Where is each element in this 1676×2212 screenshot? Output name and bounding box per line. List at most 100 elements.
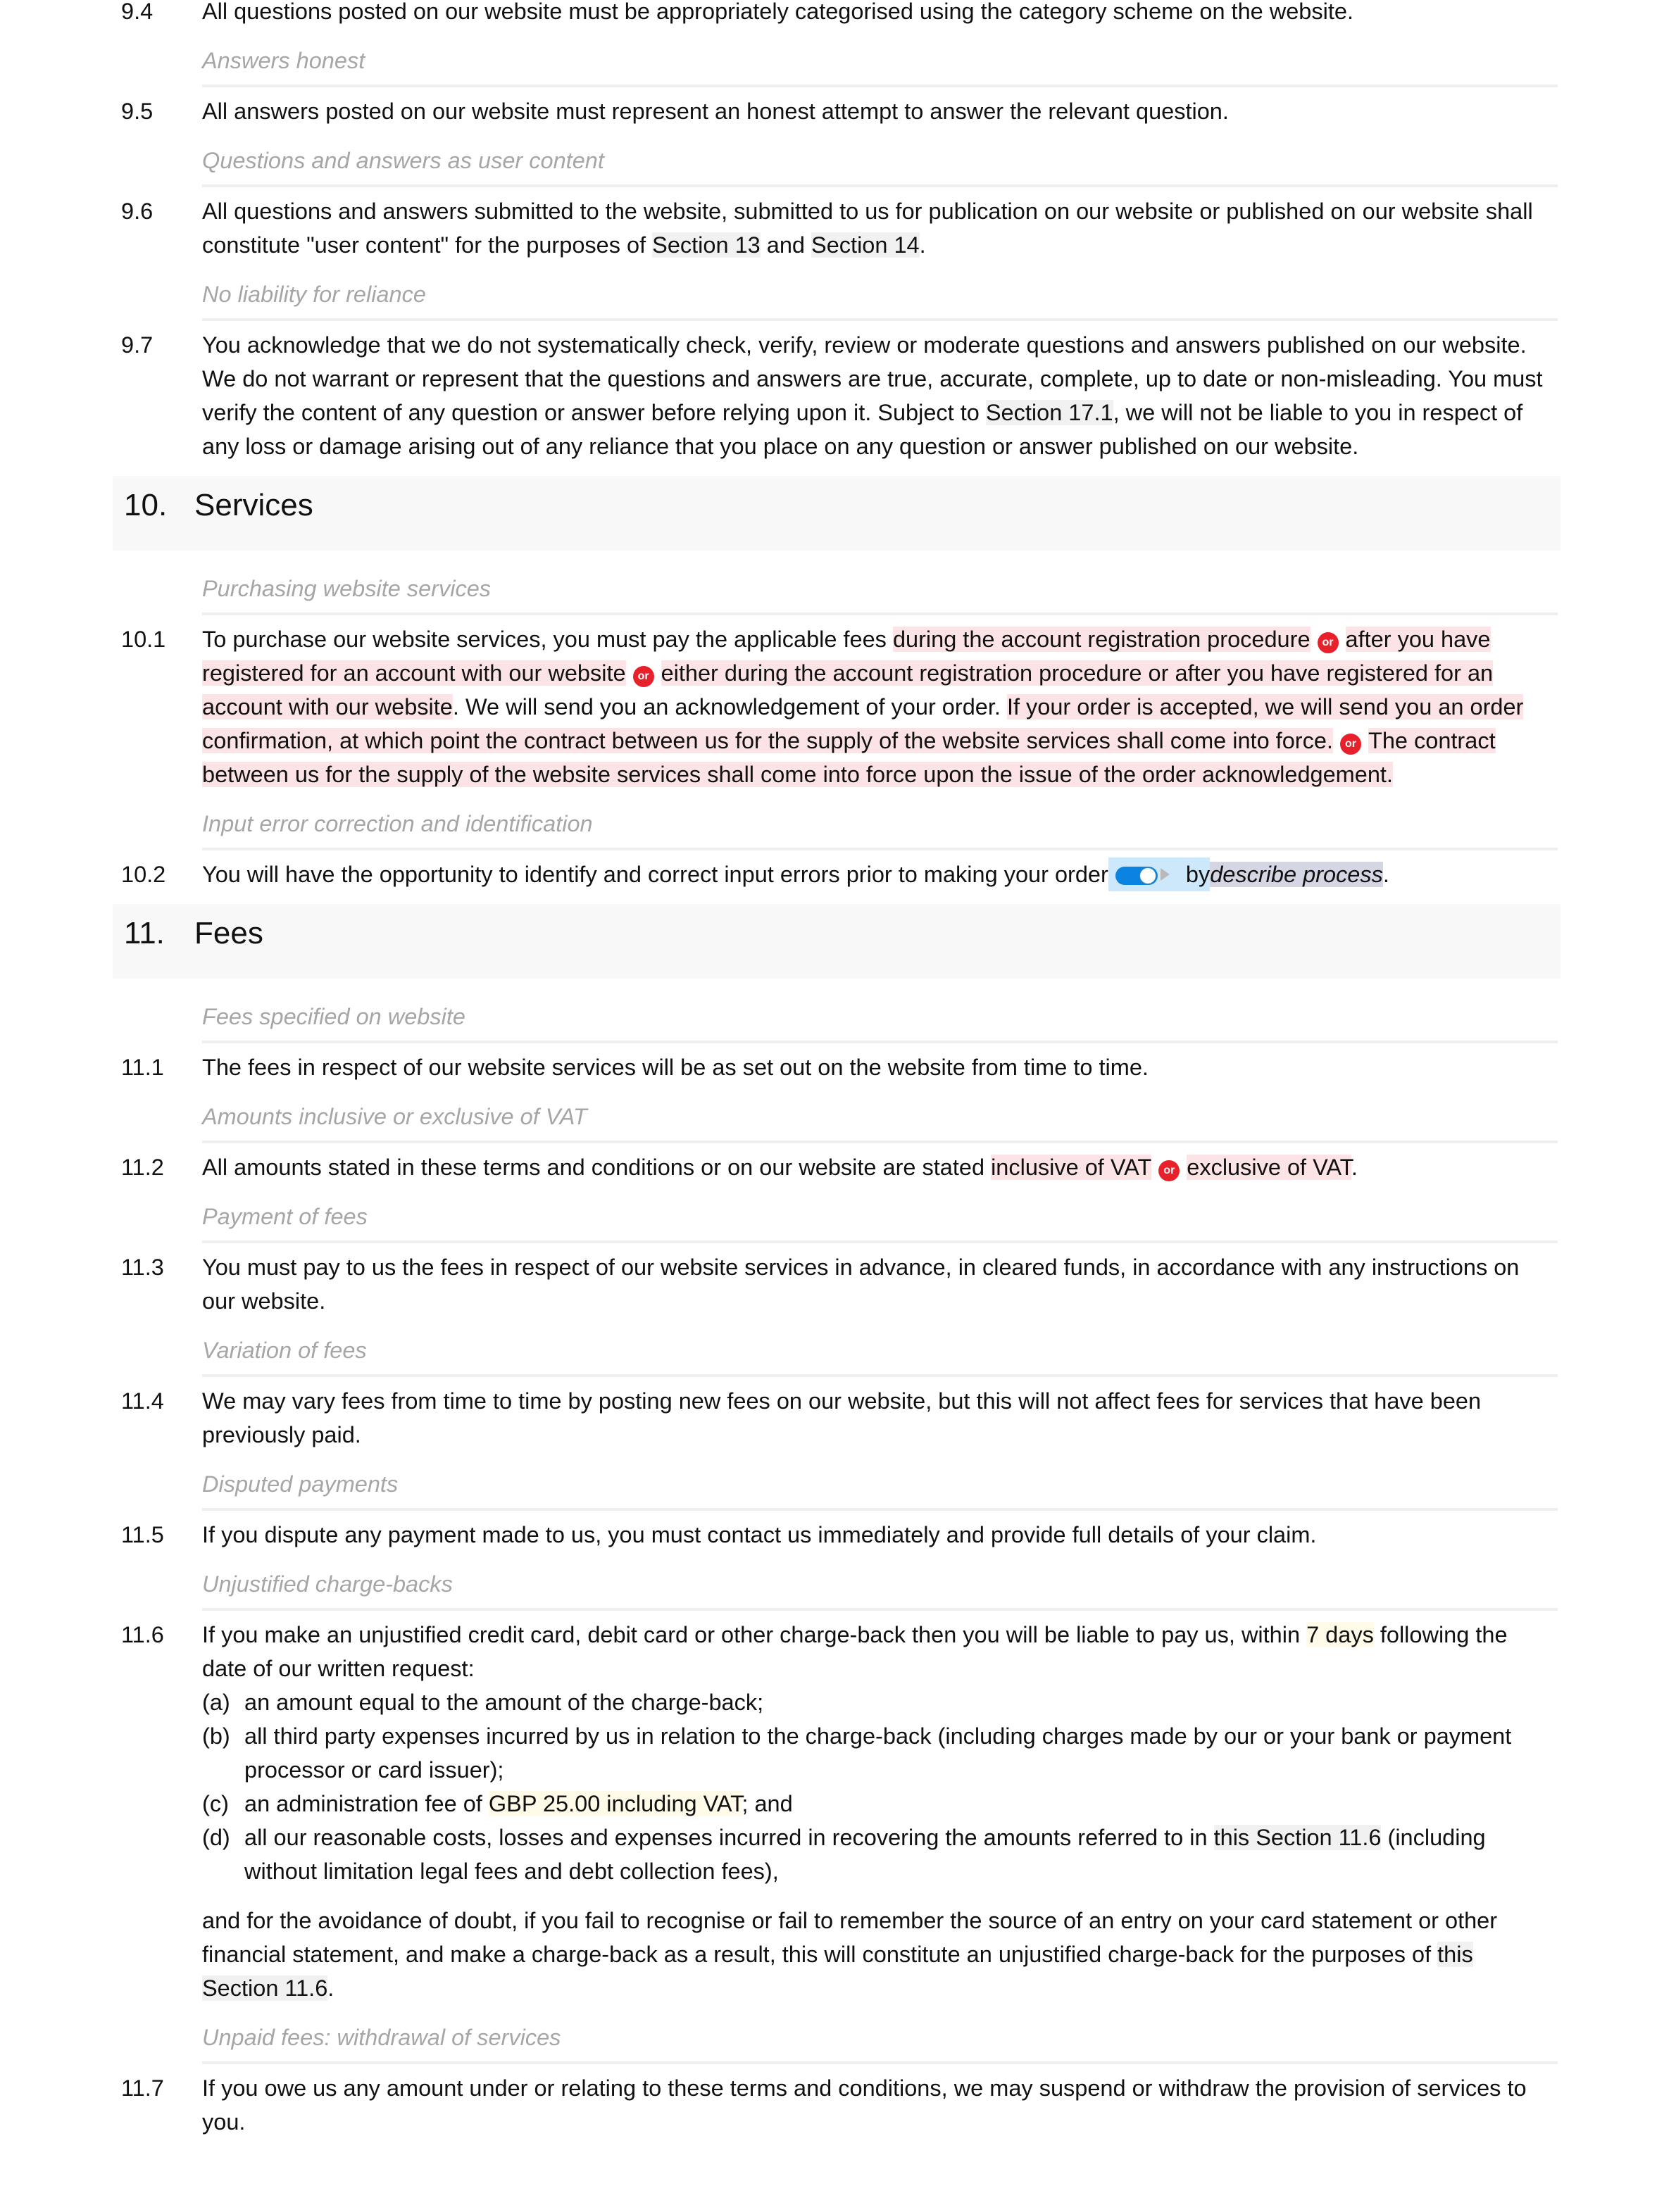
- clause-11-2: 11.2 All amounts stated in these terms a…: [113, 1150, 1561, 1184]
- clause-number: 9.6: [121, 199, 154, 224]
- text: all our reasonable costs, losses and exp…: [244, 1825, 1214, 1850]
- clause-number: 11.4: [121, 1388, 164, 1414]
- subheading: Questions and answers as user content: [202, 128, 1558, 187]
- clause-number: 11.5: [121, 1522, 164, 1547]
- clause-text: If you owe us any amount under or relati…: [202, 2075, 1527, 2135]
- toggle-switch[interactable]: [1115, 867, 1158, 885]
- clause-11-4: 11.4 We may vary fees from time to time …: [113, 1384, 1561, 1452]
- section-number: 11.: [124, 916, 165, 950]
- clause-9-7: 9.7 You acknowledge that we do not syste…: [113, 328, 1561, 463]
- clause-number: 11.2: [121, 1155, 164, 1180]
- text: and: [760, 232, 812, 258]
- sub-clause-text: all our reasonable costs, losses and exp…: [244, 1821, 1555, 1888]
- sub-clause-list: (a) an amount equal to the amount of the…: [202, 1685, 1555, 1888]
- clause-text: If you make an unjustified credit card, …: [202, 1618, 1561, 2005]
- clause-11-6: 11.6 If you make an unjustified credit c…: [113, 1618, 1561, 2005]
- or-icon[interactable]: or: [632, 666, 654, 687]
- clause-text: All answers posted on our website must r…: [202, 99, 1229, 124]
- text: an administration fee of: [244, 1791, 489, 1816]
- variable-field[interactable]: 7 days: [1306, 1622, 1374, 1647]
- section-title: Services: [194, 488, 313, 522]
- clause-text: All questions posted on our website must…: [202, 0, 1353, 24]
- subheading: Payment of fees: [202, 1184, 1558, 1243]
- sub-clause-b: (b) all third party expenses incurred by…: [202, 1719, 1555, 1787]
- text: All amounts stated in these terms and co…: [202, 1155, 992, 1180]
- or-icon[interactable]: or: [1339, 734, 1361, 755]
- subheading: Unjustified charge-backs: [202, 1552, 1558, 1611]
- clause-number: 11.6: [121, 1622, 164, 1647]
- clause-number: 10.1: [121, 627, 166, 652]
- clause-intro: If you make an unjustified credit card, …: [202, 1618, 1555, 1685]
- clause-number: 10.2: [121, 862, 166, 887]
- sub-clause-c: (c) an administration fee of GBP 25.00 i…: [202, 1787, 1555, 1821]
- clause-11-5: 11.5 If you dispute any payment made to …: [113, 1518, 1561, 1552]
- sub-clause-text: all third party expenses incurred by us …: [244, 1723, 1512, 1783]
- text: . We will send you an acknowledgement of…: [452, 694, 1007, 719]
- or-icon[interactable]: or: [1317, 632, 1339, 653]
- text: To purchase our website services, you mu…: [202, 627, 893, 652]
- sub-clause-text: an administration fee of GBP 25.00 inclu…: [244, 1787, 1555, 1821]
- clause-number: 9.4: [121, 0, 154, 24]
- clause-tail: and for the avoidance of doubt, if you f…: [202, 1904, 1555, 2005]
- text: .: [919, 232, 926, 258]
- sub-clause-label: (c): [202, 1791, 229, 1816]
- clause-9-6: 9.6 All questions and answers submitted …: [113, 194, 1561, 262]
- sub-clause-a: (a) an amount equal to the amount of the…: [202, 1685, 1555, 1719]
- clause-text: If you dispute any payment made to us, y…: [202, 1522, 1317, 1547]
- text: ; and: [742, 1791, 793, 1816]
- clause-number: 11.1: [121, 1055, 164, 1080]
- sub-clause-d: (d) all our reasonable costs, losses and…: [202, 1821, 1555, 1888]
- subheading: Amounts inclusive or exclusive of VAT: [202, 1084, 1558, 1143]
- clause-text: You must pay to us the fees in respect o…: [202, 1255, 1520, 1314]
- or-icon[interactable]: or: [1158, 1160, 1180, 1181]
- section-heading-services: 10. Services: [113, 476, 1561, 551]
- clause-10-1: 10.1 To purchase our website services, y…: [113, 622, 1561, 791]
- subheading: Unpaid fees: withdrawal of services: [202, 2005, 1558, 2064]
- expand-arrow-icon[interactable]: [1160, 868, 1170, 881]
- clause-10-2: 10.2 You will have the opportunity to id…: [113, 857, 1561, 891]
- cross-reference-link[interactable]: Section 14: [811, 232, 920, 258]
- text: If you make an unjustified credit card, …: [202, 1622, 1307, 1647]
- clause-number: 9.5: [121, 99, 154, 124]
- toggle-knob: [1139, 868, 1156, 884]
- subheading: No liability for reliance: [202, 262, 1558, 321]
- clause-11-3: 11.3 You must pay to us the fees in resp…: [113, 1250, 1561, 1318]
- option-text[interactable]: during the account registration procedur…: [892, 627, 1311, 652]
- sub-clause-label: (a): [202, 1690, 230, 1715]
- cross-reference-link[interactable]: this Section 11.6: [1213, 1825, 1382, 1850]
- variable-field[interactable]: GBP 25.00 including VAT: [488, 1791, 742, 1816]
- sub-clause-text: an amount equal to the amount of the cha…: [244, 1690, 764, 1715]
- section-heading-fees: 11. Fees: [113, 904, 1561, 979]
- subheading: Purchasing website services: [202, 556, 1558, 615]
- clause-text: You will have the opportunity to identif…: [202, 857, 1561, 891]
- section-number: 10.: [124, 488, 168, 522]
- option-text[interactable]: inclusive of VAT: [991, 1155, 1152, 1180]
- clause-number: 9.7: [121, 332, 154, 358]
- clause-number: 11.3: [121, 1255, 164, 1280]
- clause-11-1: 11.1 The fees in respect of our website …: [113, 1050, 1561, 1084]
- clause-11-7: 11.7 If you owe us any amount under or r…: [113, 2071, 1561, 2139]
- text: .: [1382, 862, 1389, 887]
- subheading: Fees specified on website: [202, 984, 1558, 1043]
- subheading: Variation of fees: [202, 1318, 1558, 1377]
- editable-placeholder-field[interactable]: describe process: [1210, 862, 1383, 887]
- clause-number: 11.7: [121, 2075, 164, 2101]
- sub-clause-label: (d): [202, 1825, 230, 1850]
- text: by: [1179, 862, 1211, 887]
- clause-text: To purchase our website services, you mu…: [202, 622, 1561, 791]
- text: .: [1351, 1155, 1358, 1180]
- sub-clause-label: (b): [202, 1723, 230, 1749]
- cross-reference-link[interactable]: Section 13: [652, 232, 761, 258]
- subheading: Answers honest: [202, 28, 1558, 87]
- text: and for the avoidance of doubt, if you f…: [202, 1908, 1498, 1967]
- clause-text: All questions and answers submitted to t…: [202, 194, 1561, 262]
- option-text[interactable]: exclusive of VAT: [1187, 1155, 1351, 1180]
- cross-reference-link[interactable]: Section 17.1: [985, 400, 1113, 425]
- clause-9-5: 9.5 All answers posted on our website mu…: [113, 94, 1561, 128]
- optional-text-toggle[interactable]: by: [1108, 857, 1211, 891]
- subheading: Input error correction and identificatio…: [202, 791, 1558, 850]
- clause-text: The fees in respect of our website servi…: [202, 1055, 1149, 1080]
- clause-9-4: 9.4 All questions posted on our website …: [113, 0, 1561, 28]
- text: .: [327, 1975, 334, 2001]
- section-title: Fees: [194, 916, 263, 950]
